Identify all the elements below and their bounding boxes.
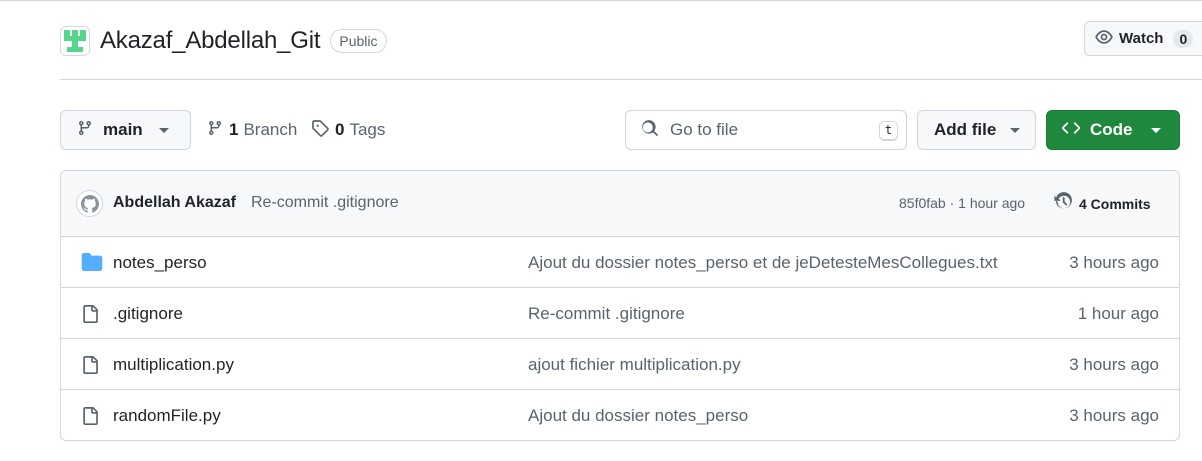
file-row-gitignore[interactable]: .gitignore Re-commit .gitignore 1 hour a… xyxy=(61,288,1179,339)
file-row-notes-perso[interactable]: notes_perso Ajout du dossier notes_perso… xyxy=(61,237,1179,288)
file-name[interactable]: multiplication.py xyxy=(113,355,234,375)
file-commit-message[interactable]: ajout fichier multiplication.py xyxy=(528,355,741,375)
watch-label: Watch xyxy=(1119,30,1164,47)
visibility-badge: Public xyxy=(330,29,387,53)
code-label: Code xyxy=(1090,120,1133,139)
tags-label: Tags xyxy=(349,120,386,139)
file-commit-date: 3 hours ago xyxy=(1069,406,1159,425)
branches-label: Branch xyxy=(243,120,298,139)
commit-hash-time[interactable]: 85f0fab · 1 hour ago xyxy=(899,195,1025,211)
commit-author-avatar[interactable] xyxy=(76,190,103,217)
search-placeholder: Go to file xyxy=(670,120,739,139)
code-button[interactable]: Code xyxy=(1046,110,1180,150)
file-icon xyxy=(81,406,99,431)
file-commit-message[interactable]: Ajout du dossier notes_perso xyxy=(528,406,748,426)
branches-link[interactable]: 1 Branch xyxy=(207,110,297,150)
add-file-label: Add file xyxy=(934,120,997,139)
file-commit-message[interactable]: Ajout du dossier notes_perso et de jeDet… xyxy=(528,253,998,273)
tags-count: 0 xyxy=(335,120,345,139)
file-name[interactable]: randomFile.py xyxy=(113,406,221,426)
file-icon xyxy=(81,355,99,380)
git-branch-icon xyxy=(77,119,93,142)
file-commit-date: 3 hours ago xyxy=(1069,355,1159,374)
repo-name[interactable]: Akazaf_Abdellah_Git xyxy=(100,27,321,55)
repo-owner-avatar[interactable] xyxy=(60,26,90,56)
commit-author[interactable]: Abdellah Akazaf xyxy=(113,194,236,212)
keyboard-shortcut-hint: t xyxy=(879,121,898,141)
eye-icon xyxy=(1095,28,1113,50)
top-border xyxy=(0,0,1202,1)
latest-commit-bar: Abdellah Akazaf Re-commit .gitignore 85f… xyxy=(61,171,1179,237)
tag-icon xyxy=(311,119,329,142)
go-to-file-input[interactable]: Go to file t xyxy=(625,110,907,150)
file-name[interactable]: notes_perso xyxy=(113,253,207,273)
chevron-down-icon xyxy=(1010,127,1021,133)
file-row-randomfile[interactable]: randomFile.py Ajout du dossier notes_per… xyxy=(61,390,1179,440)
file-commit-message[interactable]: Re-commit .gitignore xyxy=(528,304,685,324)
branches-count: 1 xyxy=(229,120,239,139)
file-commit-date: 1 hour ago xyxy=(1077,304,1159,323)
watch-count: 0 xyxy=(1173,29,1194,48)
commits-count-label: 4 Commits xyxy=(1079,195,1151,212)
file-row-multiplication[interactable]: multiplication.py ajout fichier multipli… xyxy=(61,339,1179,390)
commits-link[interactable]: 4 Commits xyxy=(1054,192,1151,215)
branch-name: main xyxy=(103,120,143,139)
branch-selector-button[interactable]: main xyxy=(60,110,191,150)
history-icon xyxy=(1054,192,1074,215)
watch-button[interactable]: Watch 0 xyxy=(1084,21,1202,56)
file-icon xyxy=(81,304,99,329)
folder-icon xyxy=(81,253,103,276)
add-file-button[interactable]: Add file xyxy=(917,110,1036,150)
code-icon xyxy=(1061,119,1081,142)
repo-header: Akazaf_Abdellah_Git Public xyxy=(60,24,387,58)
tags-link[interactable]: 0 Tags xyxy=(311,110,385,150)
file-commit-date: 3 hours ago xyxy=(1069,253,1159,272)
search-icon xyxy=(641,119,659,142)
file-name[interactable]: .gitignore xyxy=(113,304,183,324)
commit-message[interactable]: Re-commit .gitignore xyxy=(251,194,399,212)
chevron-down-icon xyxy=(158,127,169,133)
chevron-down-icon xyxy=(1150,127,1161,133)
file-table: Abdellah Akazaf Re-commit .gitignore 85f… xyxy=(60,170,1180,441)
git-branch-icon xyxy=(207,119,223,142)
header-divider xyxy=(60,79,1202,80)
